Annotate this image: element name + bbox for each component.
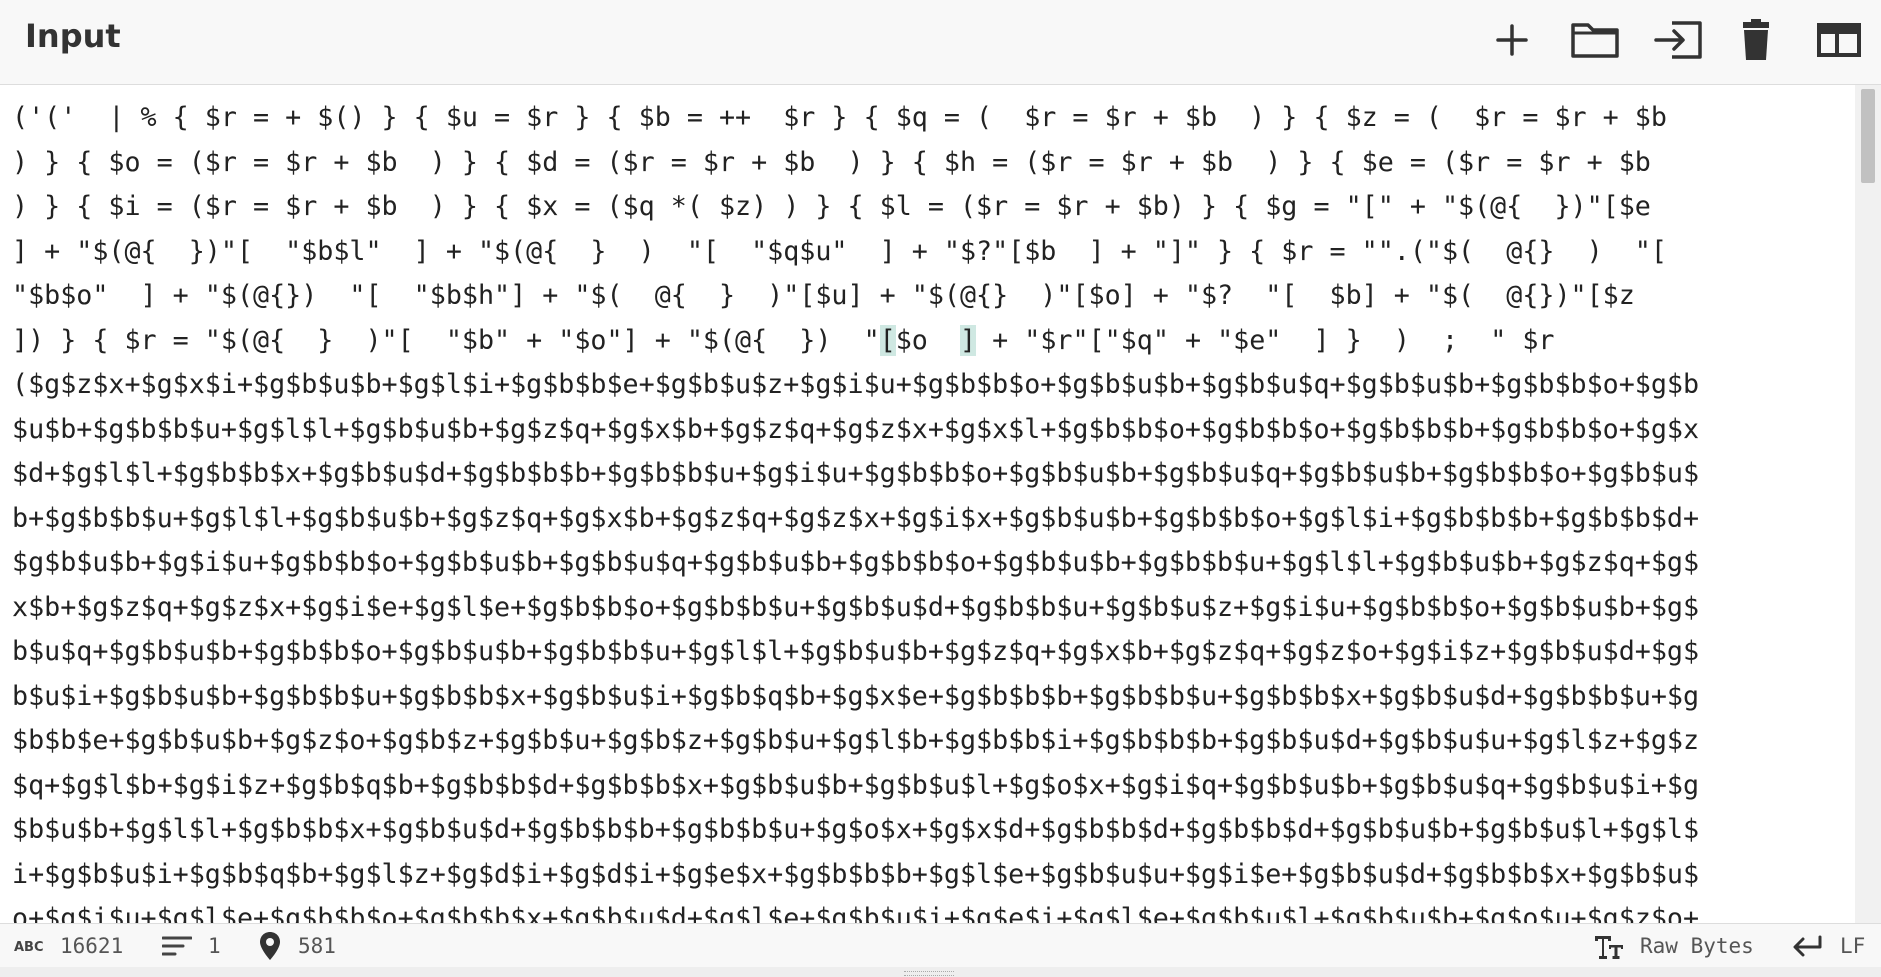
position-indicator: 581 (258, 924, 336, 968)
length-indicator: ABC 16621 (14, 924, 123, 968)
plus-icon (1496, 24, 1528, 56)
input-text[interactable]: ('(' | % { $r = + $() } { $u = $r } { $b… (0, 96, 1855, 923)
sign-in-icon (1654, 21, 1702, 59)
cursor-position: 581 (298, 934, 336, 958)
editor-line: $b$b$e+$g$b$u$b+$g$z$o+$g$b$z+$g$b$u+$g$… (12, 725, 1700, 756)
svg-text:ABC: ABC (14, 940, 44, 953)
open-file-button[interactable] (1565, 10, 1625, 70)
map-marker-icon (260, 932, 280, 960)
load-to-input-button[interactable] (1648, 10, 1708, 70)
editor-line: ($g$z$x+$g$x$i+$g$b$u$b+$g$l$i+$g$b$b$e+… (12, 369, 1700, 400)
abc-icon: ABC (14, 940, 44, 953)
editor-line: ]) } { $r = "$(@{ } )"[ "$b" + "$o"] + "… (12, 324, 1555, 356)
editor-line: x$b+$g$z$q+$g$z$x+$g$i$e+$g$l$e+$g$b$b$o… (12, 591, 1700, 623)
add-tab-button[interactable] (1482, 10, 1542, 70)
editor-line: b$u$i+$g$b$u$b+$g$b$b$u+$g$b$b$x+$g$b$u$… (12, 680, 1700, 712)
return-arrow-icon (1793, 935, 1822, 957)
resize-grip[interactable] (904, 971, 954, 976)
editor-line: $u$b+$g$b$b$u+$g$l$l+$g$b$u$b+$g$z$q+$g$… (12, 413, 1700, 445)
input-editor[interactable]: ('(' | % { $r = + $() } { $u = $r } { $b… (0, 85, 1881, 923)
matched-bracket: [ (879, 324, 896, 356)
editor-line: b$u$q+$g$b$u$b+$g$b$b$o+$g$b$u$b+$g$b$b$… (12, 636, 1700, 667)
eol-selector[interactable]: LF (1792, 924, 1865, 968)
editor-line: $q+$g$l$b+$g$i$z+$g$b$q$b+$g$b$b$d+$g$b$… (12, 769, 1700, 801)
input-panel-header: Input (0, 0, 1881, 85)
clear-input-button[interactable] (1726, 10, 1786, 70)
lines-icon (162, 936, 192, 956)
input-lines: 1 (208, 934, 221, 958)
editor-line: o+$g$i$u+$g$l$e+$g$b$b$o+$g$b$b$x+$g$b$u… (12, 903, 1700, 923)
editor-line: $d+$g$l$l+$g$b$b$x+$g$b$u$d+$g$b$b$b+$g$… (12, 458, 1700, 489)
editor-line: "$b$o" ] + "$(@{}) "[ "$b$h"] + "$( @{ }… (12, 280, 1635, 311)
text-size-icon (1593, 936, 1623, 959)
input-length: 16621 (60, 934, 124, 958)
editor-line: ) } { $o = ($r = $r + $b ) } { $d = ($r … (12, 146, 1651, 178)
panel-title: Input (25, 17, 121, 55)
editor-line: $b$u$b+$g$l$l+$g$b$b$x+$g$b$u$d+$g$b$b$b… (12, 814, 1700, 845)
resize-handle[interactable] (0, 967, 1881, 977)
encoding-label: Raw Bytes (1640, 934, 1754, 958)
editor-line: i+$g$b$u$i+$g$b$q$b+$g$l$z+$g$d$i+$g$d$i… (12, 858, 1700, 890)
editor-scrollbar[interactable] (1855, 85, 1881, 923)
matched-bracket: ] (960, 324, 977, 356)
lines-indicator: 1 (162, 924, 221, 968)
char-encoding-selector[interactable]: Raw Bytes (1592, 924, 1754, 968)
editor-line: $g$b$u$b+$g$i$u+$g$b$b$o+$g$b$u$b+$g$b$u… (12, 547, 1700, 578)
table-layout-icon (1817, 23, 1861, 57)
editor-line: ) } { $i = ($r = $r + $b ) } { $x = ($q … (12, 191, 1651, 222)
editor-line: ] + "$(@{ })"[ "$b$l" ] + "$(@{ } ) "[ "… (12, 235, 1667, 267)
editor-line: ('(' | % { $r = + $() } { $u = $r } { $b… (12, 102, 1667, 133)
reset-layout-button[interactable] (1809, 10, 1869, 70)
scrollbar-thumb[interactable] (1861, 89, 1875, 183)
folder-open-icon (1571, 23, 1619, 58)
trash-icon (1743, 19, 1769, 60)
input-status-bar: ABC 16621 1 581 Raw Bytes LF (0, 923, 1881, 967)
editor-line: b+$g$b$b$u+$g$l$l+$g$b$u$b+$g$z$q+$g$x$b… (12, 502, 1700, 534)
eol-label: LF (1840, 934, 1866, 958)
